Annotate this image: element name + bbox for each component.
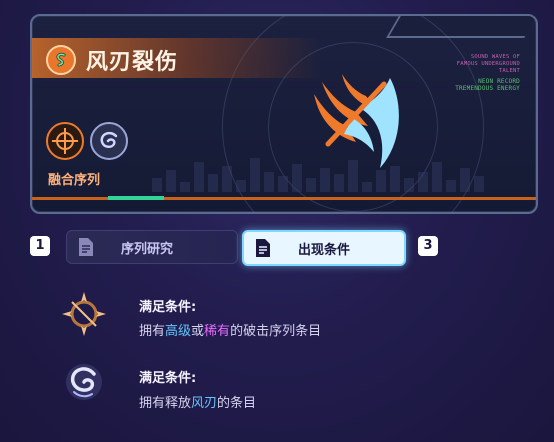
tab-label: 序列研究 xyxy=(121,241,174,257)
wind-blade-emblem-icon xyxy=(314,74,399,168)
tab-number-right: 3 xyxy=(418,236,438,256)
crossbow-sigil-icon xyxy=(62,292,106,336)
document-icon xyxy=(79,238,93,256)
tab-sequence-research[interactable]: 序列研究 xyxy=(66,230,238,264)
decorative-caption: SOUND WAVES OF FAMOUS UNDERGROUND TALENT xyxy=(456,54,520,74)
tab-number-left: 1 xyxy=(30,236,50,256)
wind-swirl-icon xyxy=(66,364,102,400)
skill-card: 风刃裂伤 SOUND WAVES OF FAMOUS UNDERGROUND T… xyxy=(30,14,538,214)
tab-appearance-conditions[interactable]: 出现条件 xyxy=(242,230,406,266)
condition-description: 拥有高级或稀有的破击序列条目 xyxy=(139,324,322,339)
fusion-sequence-label: 融合序列 xyxy=(48,173,101,188)
fusion-crossbow-icon xyxy=(46,122,84,160)
decorative-caption-green: NEON RECORD TREMENDOUS ENERGY xyxy=(455,78,520,92)
tab-label: 出现条件 xyxy=(298,242,351,258)
skill-type-badge-icon xyxy=(46,45,76,75)
condition-description: 拥有释放风刃的条目 xyxy=(139,396,257,411)
condition-title: 满足条件: xyxy=(139,300,197,315)
fusion-swirl-icon xyxy=(90,122,128,160)
document-icon xyxy=(256,239,270,257)
condition-title: 满足条件: xyxy=(139,371,197,386)
progress-highlight xyxy=(108,196,164,200)
skill-title: 风刃裂伤 xyxy=(86,50,179,75)
